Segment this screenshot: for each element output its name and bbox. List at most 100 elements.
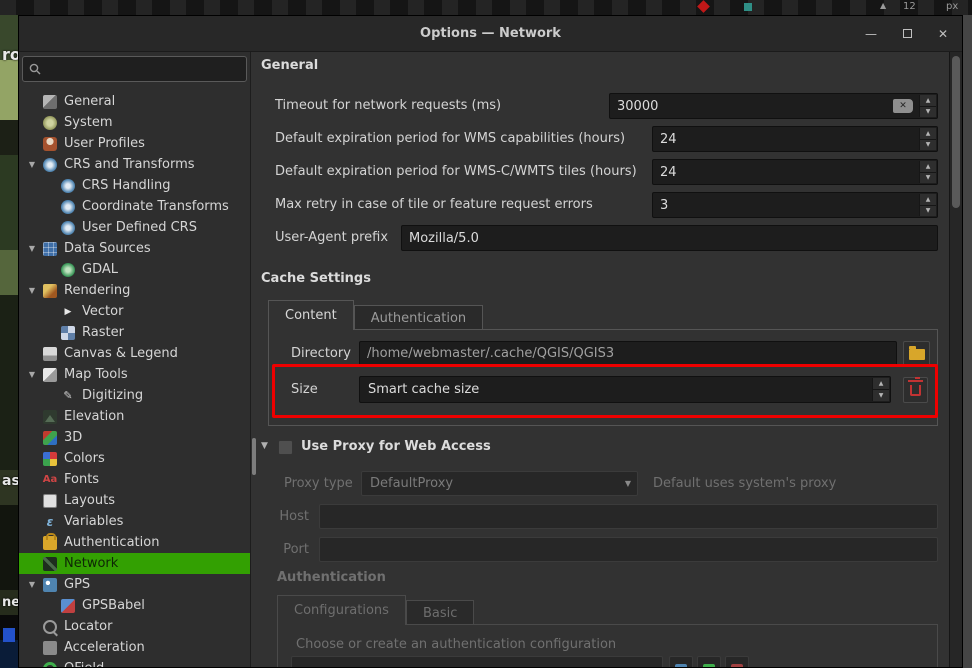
cache-size-combo[interactable]: Smart cache size bbox=[359, 376, 891, 403]
font-icon: Aa bbox=[43, 473, 57, 487]
paintbrush-icon bbox=[43, 284, 57, 298]
cache-directory-input[interactable] bbox=[360, 342, 896, 365]
tab-authentication[interactable]: Authentication bbox=[354, 305, 483, 330]
sidebar-item-3d[interactable]: 3D bbox=[19, 427, 250, 448]
chevron-down-icon[interactable] bbox=[26, 280, 38, 301]
timeout-label: Timeout for network requests (ms) bbox=[275, 93, 501, 119]
close-button[interactable]: ✕ bbox=[936, 27, 950, 41]
spinner-buttons[interactable] bbox=[919, 161, 936, 183]
sidebar-item-label: GPSBabel bbox=[82, 598, 145, 613]
sidebar-item-authentication[interactable]: Authentication bbox=[19, 532, 250, 553]
table-icon bbox=[43, 242, 57, 256]
wms-expiry-input[interactable] bbox=[653, 127, 937, 151]
sidebar-item-layouts[interactable]: Layouts bbox=[19, 490, 250, 511]
spinner-buttons[interactable] bbox=[919, 95, 936, 117]
sidebar-item-gps[interactable]: GPS bbox=[19, 574, 250, 595]
user-agent-label: User-Agent prefix bbox=[275, 225, 388, 251]
auth-config-combo bbox=[291, 656, 663, 667]
dialog-scrollbar[interactable] bbox=[949, 52, 962, 667]
globe-icon bbox=[61, 221, 75, 235]
spinner-buttons[interactable] bbox=[919, 194, 936, 216]
chevron-down-icon[interactable] bbox=[26, 364, 38, 385]
proxy-port-field bbox=[319, 537, 938, 562]
sidebar-item-coordinate-transforms[interactable]: Coordinate Transforms bbox=[19, 196, 250, 217]
scrollbar-thumb[interactable] bbox=[952, 56, 960, 208]
chevron-down-icon[interactable] bbox=[26, 574, 38, 595]
wmts-expiry-label: Default expiration period for WMS-C/WMTS… bbox=[275, 159, 637, 185]
pencil-icon: ✎ bbox=[61, 389, 75, 403]
sidebar-item-label: Coordinate Transforms bbox=[82, 199, 229, 214]
sidebar-item-qfield[interactable]: QField bbox=[19, 658, 250, 667]
user-agent-input[interactable] bbox=[402, 226, 937, 250]
minimize-button[interactable]: — bbox=[864, 27, 878, 41]
sidebar-item-digitizing[interactable]: ✎ Digitizing bbox=[19, 385, 250, 406]
use-proxy-checkbox[interactable] bbox=[278, 440, 293, 455]
proxy-host-label: Host bbox=[251, 504, 309, 529]
proxy-port-label: Port bbox=[251, 537, 309, 562]
sidebar-item-general[interactable]: General bbox=[19, 91, 250, 112]
sidebar-item-network[interactable]: Network bbox=[19, 553, 250, 574]
sidebar-item-label: Layouts bbox=[64, 493, 115, 508]
sidebar-item-label: Elevation bbox=[64, 409, 124, 424]
proxy-type-value: DefaultProxy bbox=[370, 472, 453, 495]
sidebar-item-data-sources[interactable]: Data Sources bbox=[19, 238, 250, 259]
sidebar-item-user-defined-crs[interactable]: User Defined CRS bbox=[19, 217, 250, 238]
sidebar-item-system[interactable]: System bbox=[19, 112, 250, 133]
sidebar-item-colors[interactable]: Colors bbox=[19, 448, 250, 469]
proxy-type-combo: DefaultProxy bbox=[361, 471, 638, 496]
search-box[interactable] bbox=[22, 56, 247, 82]
wmts-expiry-input[interactable] bbox=[653, 160, 937, 184]
edit-config-icon bbox=[703, 664, 715, 667]
maximize-button[interactable] bbox=[900, 27, 914, 41]
sidebar-item-label: 3D bbox=[64, 430, 82, 445]
sidebar-item-gpsbabel[interactable]: GPSBabel bbox=[19, 595, 250, 616]
tab-content[interactable]: Content bbox=[268, 300, 354, 330]
timeout-input[interactable] bbox=[610, 94, 937, 118]
sidebar-item-label: Authentication bbox=[64, 535, 159, 550]
sidebar-item-raster[interactable]: Raster bbox=[19, 322, 250, 343]
globe-icon bbox=[61, 200, 75, 214]
max-retry-input[interactable] bbox=[653, 193, 937, 217]
sidebar-item-crs-handling[interactable]: CRS Handling bbox=[19, 175, 250, 196]
sidebar-item-acceleration[interactable]: Acceleration bbox=[19, 637, 250, 658]
collapse-arrow-icon[interactable] bbox=[261, 441, 268, 451]
spinner-buttons[interactable] bbox=[872, 378, 889, 401]
clear-field-icon[interactable]: ✕ bbox=[893, 99, 913, 113]
window-controls: — ✕ bbox=[864, 16, 950, 52]
satellite-icon bbox=[43, 578, 57, 592]
network-plug-icon bbox=[43, 557, 57, 571]
gdal-globe-icon bbox=[61, 263, 75, 277]
chevron-down-icon[interactable] bbox=[26, 154, 38, 175]
sidebar-item-variables[interactable]: εVariables bbox=[19, 511, 250, 532]
sidebar-item-locator[interactable]: Locator bbox=[19, 616, 250, 637]
wms-expiry-label: Default expiration period for WMS capabi… bbox=[275, 126, 625, 152]
chip-icon bbox=[43, 641, 57, 655]
page-icon bbox=[43, 494, 57, 508]
spinner-buttons[interactable] bbox=[919, 128, 936, 150]
sidebar-item-user-profiles[interactable]: User Profiles bbox=[19, 133, 250, 154]
sidebar-item-rendering[interactable]: Rendering bbox=[19, 280, 250, 301]
map-symbol bbox=[3, 628, 15, 642]
section-header-general: General bbox=[261, 58, 318, 73]
sidebar-item-elevation[interactable]: Elevation bbox=[19, 406, 250, 427]
sidebar-item-map-tools[interactable]: Map Tools bbox=[19, 364, 250, 385]
auth-config-hint: Choose or create an authentication confi… bbox=[296, 632, 616, 657]
sidebar-item-label: Acceleration bbox=[64, 640, 145, 655]
cache-size-label: Size bbox=[291, 376, 318, 403]
clear-cache-button[interactable] bbox=[903, 377, 928, 403]
sidebar-item-crs-and-transforms[interactable]: CRS and Transforms bbox=[19, 154, 250, 175]
sidebar-item-canvas-legend[interactable]: Canvas & Legend bbox=[19, 343, 250, 364]
sidebar-item-label: Digitizing bbox=[82, 388, 143, 403]
trash-icon bbox=[910, 385, 921, 396]
use-proxy-label[interactable]: Use Proxy for Web Access bbox=[301, 439, 491, 454]
toolbar-zoom-value: 12 bbox=[903, 1, 916, 12]
browse-folder-button[interactable] bbox=[903, 341, 930, 367]
proxy-auth-tabbar: Configurations Basic bbox=[277, 596, 474, 625]
chevron-down-icon[interactable] bbox=[26, 238, 38, 259]
sidebar-item-gdal[interactable]: GDAL bbox=[19, 259, 250, 280]
sidebar-item-fonts[interactable]: AaFonts bbox=[19, 469, 250, 490]
search-input[interactable] bbox=[46, 62, 240, 76]
sidebar-item-vector[interactable]: ▶Vector bbox=[19, 301, 250, 322]
auth-remove-button bbox=[725, 656, 749, 667]
dialog-titlebar[interactable]: Options — Network — ✕ bbox=[19, 16, 962, 52]
